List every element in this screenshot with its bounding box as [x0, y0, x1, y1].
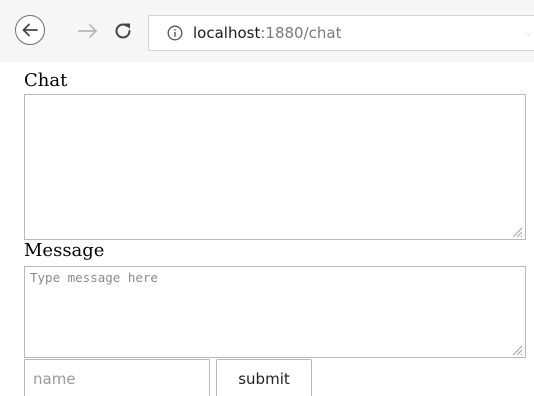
arrow-left-icon — [22, 23, 38, 37]
url-path: :1880/chat — [260, 24, 342, 42]
name-input[interactable] — [24, 359, 210, 396]
back-button[interactable] — [15, 15, 45, 45]
submit-button[interactable]: submit — [216, 359, 312, 396]
forward-button[interactable] — [76, 20, 100, 42]
message-textarea[interactable] — [24, 266, 526, 358]
message-label: Message — [24, 240, 105, 261]
arrow-right-icon — [78, 24, 97, 38]
url-text[interactable]: localhost:1880/chat — [193, 23, 341, 43]
reload-button[interactable] — [112, 20, 134, 42]
chat-textarea[interactable] — [24, 94, 526, 240]
chat-label: Chat — [24, 70, 68, 91]
info-icon[interactable] — [167, 25, 183, 41]
reload-icon — [115, 23, 131, 39]
chevron-down-icon[interactable]: ⌵ — [525, 30, 533, 39]
browser-toolbar: localhost:1880/chat ⌵ — [0, 0, 534, 62]
url-host: localhost — [193, 24, 261, 42]
address-bar[interactable]: localhost:1880/chat ⌵ — [148, 15, 534, 51]
